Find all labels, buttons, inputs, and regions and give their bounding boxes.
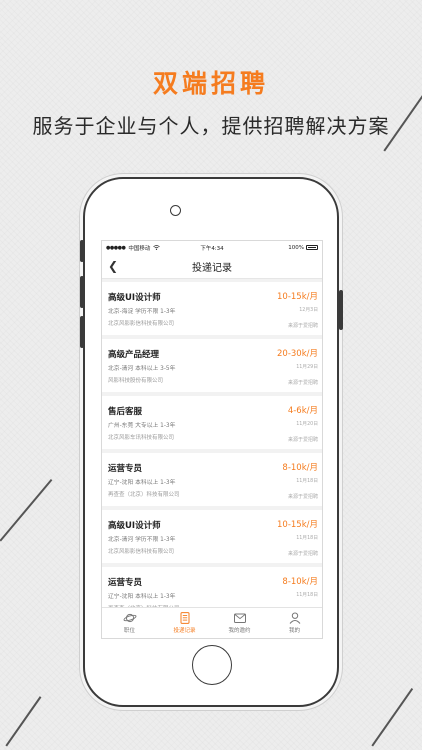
tab-label: 职位 (123, 628, 135, 634)
promo-subline: 服务于企业与个人，提供招聘解决方案 (32, 114, 390, 138)
phone-side-button (80, 316, 84, 348)
job-title: 高级产品经理 (108, 350, 160, 360)
phone-side-button (80, 240, 84, 262)
battery-icon (306, 245, 318, 250)
source-label: 来源于爱招聘 (287, 380, 318, 386)
tab-jobs[interactable]: 职位 (102, 608, 157, 638)
salary-label: 8-10k/月 (282, 577, 318, 587)
salary-label: 20-30k/月 (277, 349, 318, 359)
application-card[interactable]: 运营专员 8-10k/月辽宁-沈阳 本科以上 1-3年再查查（北京）科技有限公司 1… (102, 453, 322, 506)
tab-bar: 职位 投递记录 我的邀约 我的 (102, 607, 322, 638)
apply-date: 11月18日 (296, 536, 318, 541)
job-title: 高级UI设计师 (108, 521, 161, 531)
phone-home-button (192, 645, 232, 685)
application-card[interactable]: 高级产品经理 20-30k/月北京-清河 本科以上 3-5年 风影科技股份有限公司 1… (102, 339, 322, 392)
application-card[interactable]: 售后客服 4-6k/月广州-东莞 大专以上 1-3年 北京风影车讯科技有限公司 11月… (102, 396, 322, 449)
company-name: 风影科技股份有限公司 (108, 378, 164, 384)
tab-applications[interactable]: 投递记录 (157, 608, 212, 638)
apply-date: 11月18日 (296, 593, 318, 598)
job-meta: 广州-东莞 大专以上 1-3年 (108, 423, 176, 429)
company-name: 再查查（北京）科技有限公司 (108, 492, 180, 498)
phone-camera (170, 205, 181, 216)
application-list: 高级UI设计师 10-15k/月 北京-海淀 学历不限 1-3年 北京风影影信科技有限… (102, 279, 322, 608)
apply-date: 11月29日 (296, 365, 318, 370)
company-name: 北京风影影信科技有限公司 (108, 321, 175, 327)
application-card[interactable]: 高级UI设计师 10-15k/月北京-海淀 学历不限 1-3年 北京风影影信科技有限… (102, 282, 322, 335)
chevron-left-icon[interactable]: ❮ (108, 259, 118, 273)
job-meta: 辽宁-沈阳 本科以上 1-3年 (108, 594, 176, 600)
nav-bar: ❮ 投递记录 (102, 254, 322, 279)
promo-headline: 双端招聘 (152, 69, 269, 98)
job-meta: 北京-清河 学历不限 1-3年 (108, 537, 176, 543)
salary-label: 10-15k/月 (277, 292, 318, 302)
apply-date: 12月3日 (299, 308, 318, 313)
job-title: 高级UI设计师 (108, 293, 161, 303)
source-label: 来源于爱招聘 (287, 551, 318, 557)
envelope-icon (233, 613, 246, 623)
app-screen: ●●●●● 中国移动 下午4:34 100% ❮ 投递记录 高级UI设计师 10-… (101, 240, 323, 639)
tab-invitations[interactable]: 我的邀约 (212, 608, 267, 638)
source-label: 来源于爱招聘 (287, 437, 318, 443)
tab-label: 投递记录 (173, 628, 196, 634)
job-meta: 北京-海淀 学历不限 1-3年 (108, 309, 176, 315)
job-title: 运营专员 (108, 578, 143, 588)
salary-label: 8-10k/月 (282, 463, 318, 473)
phone-side-button (339, 290, 343, 330)
salary-label: 10-15k/月 (277, 520, 318, 530)
source-label: 来源于爱招聘 (287, 323, 318, 329)
company-name: 北京风影车讯科技有限公司 (108, 435, 175, 441)
apply-date: 11月18日 (296, 479, 318, 484)
document-icon (180, 612, 189, 624)
application-card[interactable]: 运营专员8-10k/月辽宁-沈阳 本科以上 1-3年再查查（北京）科技有限公司1… (102, 567, 322, 608)
apply-date: 11月20日 (296, 422, 318, 427)
status-bar: ●●●●● 中国移动 下午4:34 100% (102, 241, 322, 254)
user-icon (289, 612, 300, 624)
source-label: 来源于爱招聘 (287, 494, 318, 500)
planet-icon (123, 613, 136, 623)
job-title: 运营专员 (108, 464, 143, 474)
tab-label: 我的 (288, 628, 300, 634)
tab-profile[interactable]: 我的 (267, 608, 322, 638)
phone-side-button (80, 276, 84, 308)
status-time: 下午4:34 (200, 245, 224, 252)
salary-label: 4-6k/月 (287, 406, 318, 416)
tab-label: 我的邀约 (228, 628, 251, 634)
job-title: 售后客服 (108, 407, 143, 417)
job-meta: 辽宁-沈阳 本科以上 1-3年 (108, 480, 176, 486)
job-meta: 北京-清河 本科以上 3-5年 (108, 366, 176, 372)
application-card[interactable]: 高级UI设计师 10-15k/月北京-清河 学历不限 1-3年 北京风影影信科技有限… (102, 510, 322, 563)
company-name: 北京风影影信科技有限公司 (108, 549, 175, 555)
page-title: 投递记录 (192, 262, 232, 274)
